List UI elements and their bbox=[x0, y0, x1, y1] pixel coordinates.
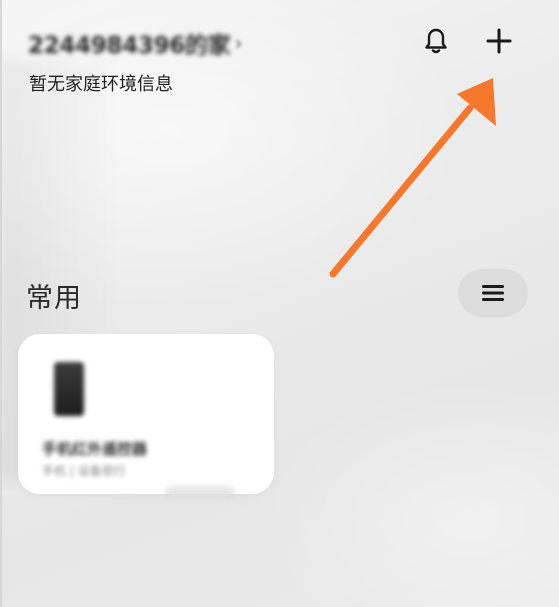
section-title: 常用 bbox=[26, 283, 82, 314]
card-shadow bbox=[165, 486, 235, 498]
menu-icon bbox=[482, 285, 504, 301]
home-name: 2244984396的家 bbox=[28, 33, 231, 59]
environment-info-text: 暂无家庭环境信息 bbox=[29, 74, 173, 95]
notification-button[interactable] bbox=[419, 24, 453, 58]
section-menu-button[interactable] bbox=[458, 269, 528, 317]
phone-device-icon bbox=[54, 362, 84, 416]
chevron-right-icon: › bbox=[234, 31, 243, 55]
home-switcher[interactable]: 2244984396的家 › bbox=[28, 26, 242, 60]
add-device-button[interactable] bbox=[480, 22, 518, 60]
bell-icon bbox=[425, 28, 447, 54]
device-name: 手机红外遥控器 bbox=[42, 440, 148, 458]
device-card-ir-remote[interactable]: 手机红外遥控器 手机 | 设备很行 bbox=[18, 334, 274, 494]
screen-edge bbox=[0, 0, 2, 607]
device-status: 手机 | 设备很行 bbox=[42, 464, 126, 478]
plus-icon bbox=[486, 28, 512, 54]
